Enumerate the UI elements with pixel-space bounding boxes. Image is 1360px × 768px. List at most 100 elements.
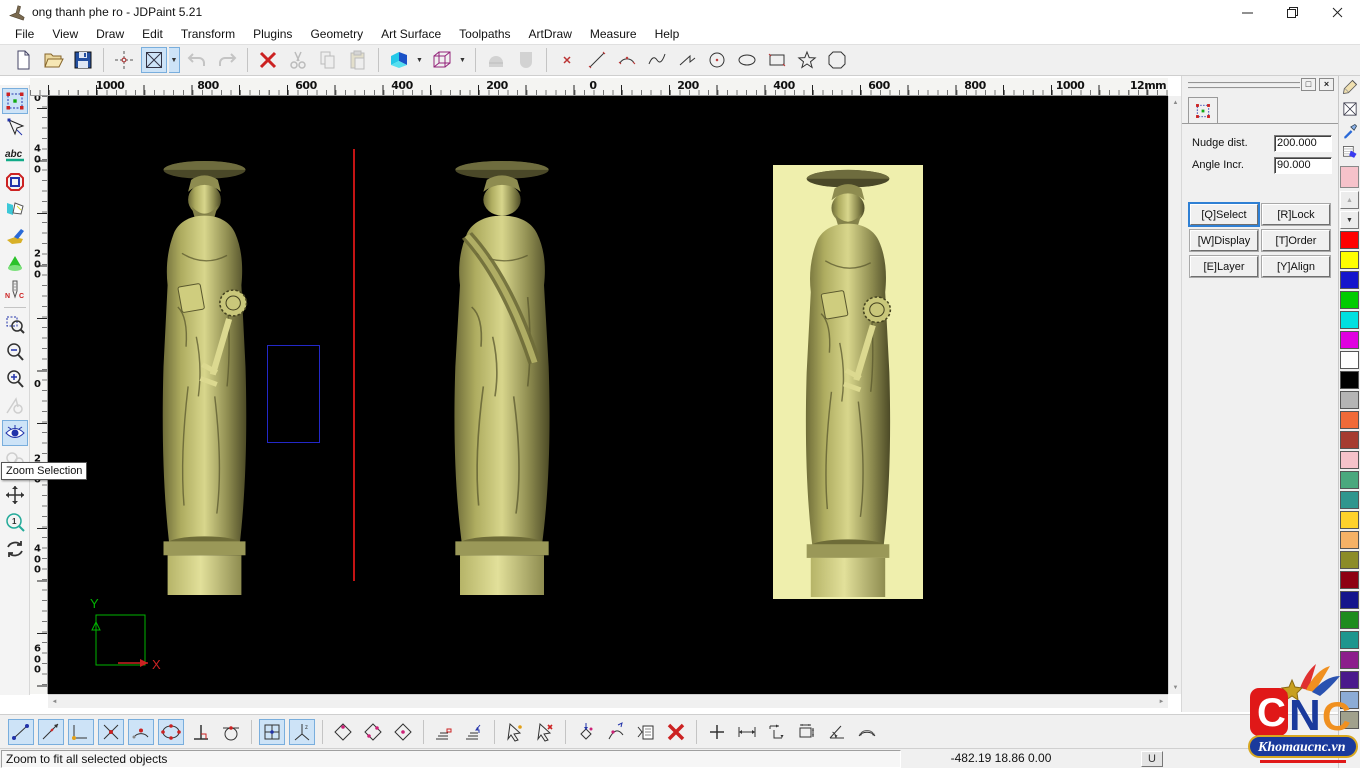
panel-button-yalign[interactable]: [Y]Align	[1262, 256, 1330, 277]
minimize-button[interactable]	[1225, 0, 1270, 24]
angle-incr-input[interactable]: 90.000	[1274, 157, 1332, 174]
save-file-icon[interactable]	[70, 47, 96, 73]
panel-button-rlock[interactable]: [R]Lock	[1262, 204, 1330, 225]
pal-edit-icon[interactable]	[1340, 143, 1360, 163]
scroll-right-arrow[interactable]: ►	[1155, 695, 1168, 708]
drawing-canvas[interactable]: Y X	[48, 96, 1168, 694]
draw-arc-icon[interactable]	[614, 47, 640, 73]
restore-button[interactable]	[1270, 0, 1315, 24]
scroll-left-arrow[interactable]: ◄	[48, 695, 61, 708]
pal-pencil-icon[interactable]	[1340, 77, 1360, 97]
color-swatch[interactable]	[1340, 351, 1359, 369]
color-swatch[interactable]	[1340, 591, 1359, 609]
draw-rect-icon[interactable]	[764, 47, 790, 73]
draw-polyline-icon[interactable]	[674, 47, 700, 73]
vertex-move-icon[interactable]	[330, 719, 356, 745]
color-swatch[interactable]	[1340, 451, 1359, 469]
menu-help[interactable]: Help	[646, 25, 689, 43]
close-button[interactable]	[1315, 0, 1360, 24]
snap-quadrant-icon[interactable]	[158, 719, 184, 745]
horizontal-scrollbar[interactable]: ◄ ►	[48, 694, 1168, 708]
draw-line-icon[interactable]	[584, 47, 610, 73]
snap-end-icon[interactable]	[8, 719, 34, 745]
color-swatch[interactable]	[1340, 511, 1359, 529]
copy-icon[interactable]	[315, 47, 341, 73]
trim-tool-icon[interactable]	[2, 196, 28, 222]
shape-tool-icon[interactable]	[2, 169, 28, 195]
paste-icon[interactable]	[345, 47, 371, 73]
zoom-in-icon[interactable]	[2, 366, 28, 392]
pal-dropper-icon[interactable]	[1340, 121, 1360, 141]
menu-toolpaths[interactable]: Toolpaths	[450, 25, 519, 43]
color-swatch[interactable]	[1340, 611, 1359, 629]
meas-point-icon[interactable]	[704, 719, 730, 745]
color-swatch[interactable]	[1340, 251, 1359, 269]
zoom-prev-icon[interactable]	[2, 393, 28, 419]
new-file-icon[interactable]	[10, 47, 36, 73]
zoom-out-icon[interactable]	[2, 339, 28, 365]
color-swatch[interactable]	[1340, 531, 1359, 549]
color-swatch[interactable]	[1340, 391, 1359, 409]
snap-grid-icon[interactable]	[259, 719, 285, 745]
node-insert-icon[interactable]	[573, 719, 599, 745]
zoom-1-1-icon[interactable]: 1	[2, 509, 28, 535]
wireframe-view-dropdown[interactable]: ▼	[457, 47, 468, 73]
align-flat-icon[interactable]	[431, 719, 457, 745]
menu-artdraw[interactable]: ArtDraw	[520, 25, 581, 43]
color-swatch[interactable]	[1340, 231, 1359, 249]
color-swatch[interactable]	[1340, 491, 1359, 509]
draw-star-icon[interactable]	[794, 47, 820, 73]
color-swatch[interactable]	[1340, 271, 1359, 289]
view-eye-icon[interactable]	[2, 420, 28, 446]
snap-mid-icon[interactable]	[38, 719, 64, 745]
menu-plugins[interactable]: Plugins	[244, 25, 301, 43]
panel-button-elayer[interactable]: [E]Layer	[1190, 256, 1258, 277]
menu-file[interactable]: File	[6, 25, 43, 43]
pal-select-icon[interactable]	[1340, 99, 1360, 119]
color-swatch[interactable]	[1340, 311, 1359, 329]
current-color-swatch[interactable]	[1340, 166, 1359, 188]
vertical-scrollbar[interactable]: ▲ ▼	[1168, 96, 1181, 694]
wireframe-view-icon[interactable]	[429, 47, 455, 73]
open-file-icon[interactable]	[40, 47, 66, 73]
node-delete-icon[interactable]	[663, 719, 689, 745]
meas-dist-icon[interactable]	[734, 719, 760, 745]
panel-grip[interactable]	[1188, 82, 1300, 89]
color-swatch[interactable]	[1340, 411, 1359, 429]
draw-polygon-icon[interactable]	[824, 47, 850, 73]
snap-corner-icon[interactable]	[68, 719, 94, 745]
node-smooth-icon[interactable]	[603, 719, 629, 745]
panel-button-torder[interactable]: [T]Order	[1262, 230, 1330, 251]
fill-tool-icon[interactable]	[2, 223, 28, 249]
meas-angle-icon[interactable]	[824, 719, 850, 745]
draw-point-icon[interactable]	[554, 47, 580, 73]
meas-arc-icon[interactable]	[854, 719, 880, 745]
redo-icon[interactable]	[214, 47, 240, 73]
select-box-icon[interactable]	[141, 47, 167, 73]
relief-front-icon[interactable]	[483, 47, 509, 73]
menu-geometry[interactable]: Geometry	[301, 25, 372, 43]
pick-add-icon[interactable]	[502, 719, 528, 745]
nudge-cross-icon[interactable]	[111, 47, 137, 73]
panel-button-qselect[interactable]: [Q]Select	[1190, 204, 1258, 225]
palette-scroll-up-icon[interactable]: ▲	[1340, 191, 1359, 209]
palette-scroll-down-icon[interactable]: ▼	[1340, 211, 1359, 229]
relief-shade-icon[interactable]	[513, 47, 539, 73]
undo-icon[interactable]	[184, 47, 210, 73]
snap-intersect-icon[interactable]	[98, 719, 124, 745]
color-swatch[interactable]	[1340, 371, 1359, 389]
menu-draw[interactable]: Draw	[87, 25, 133, 43]
snap-tangent-icon[interactable]	[218, 719, 244, 745]
snap-perp-icon[interactable]	[188, 719, 214, 745]
meas-offset-icon[interactable]	[764, 719, 790, 745]
pick-del-icon[interactable]	[532, 719, 558, 745]
select-box-dropdown[interactable]: ▼	[169, 47, 180, 73]
node-list-icon[interactable]	[633, 719, 659, 745]
delete-x-icon[interactable]	[255, 47, 281, 73]
color-swatch[interactable]	[1340, 631, 1359, 649]
menu-measure[interactable]: Measure	[581, 25, 646, 43]
color-swatch[interactable]	[1340, 551, 1359, 569]
draw-spline-icon[interactable]	[644, 47, 670, 73]
cut-icon[interactable]	[285, 47, 311, 73]
pan-tool-icon[interactable]	[2, 482, 28, 508]
